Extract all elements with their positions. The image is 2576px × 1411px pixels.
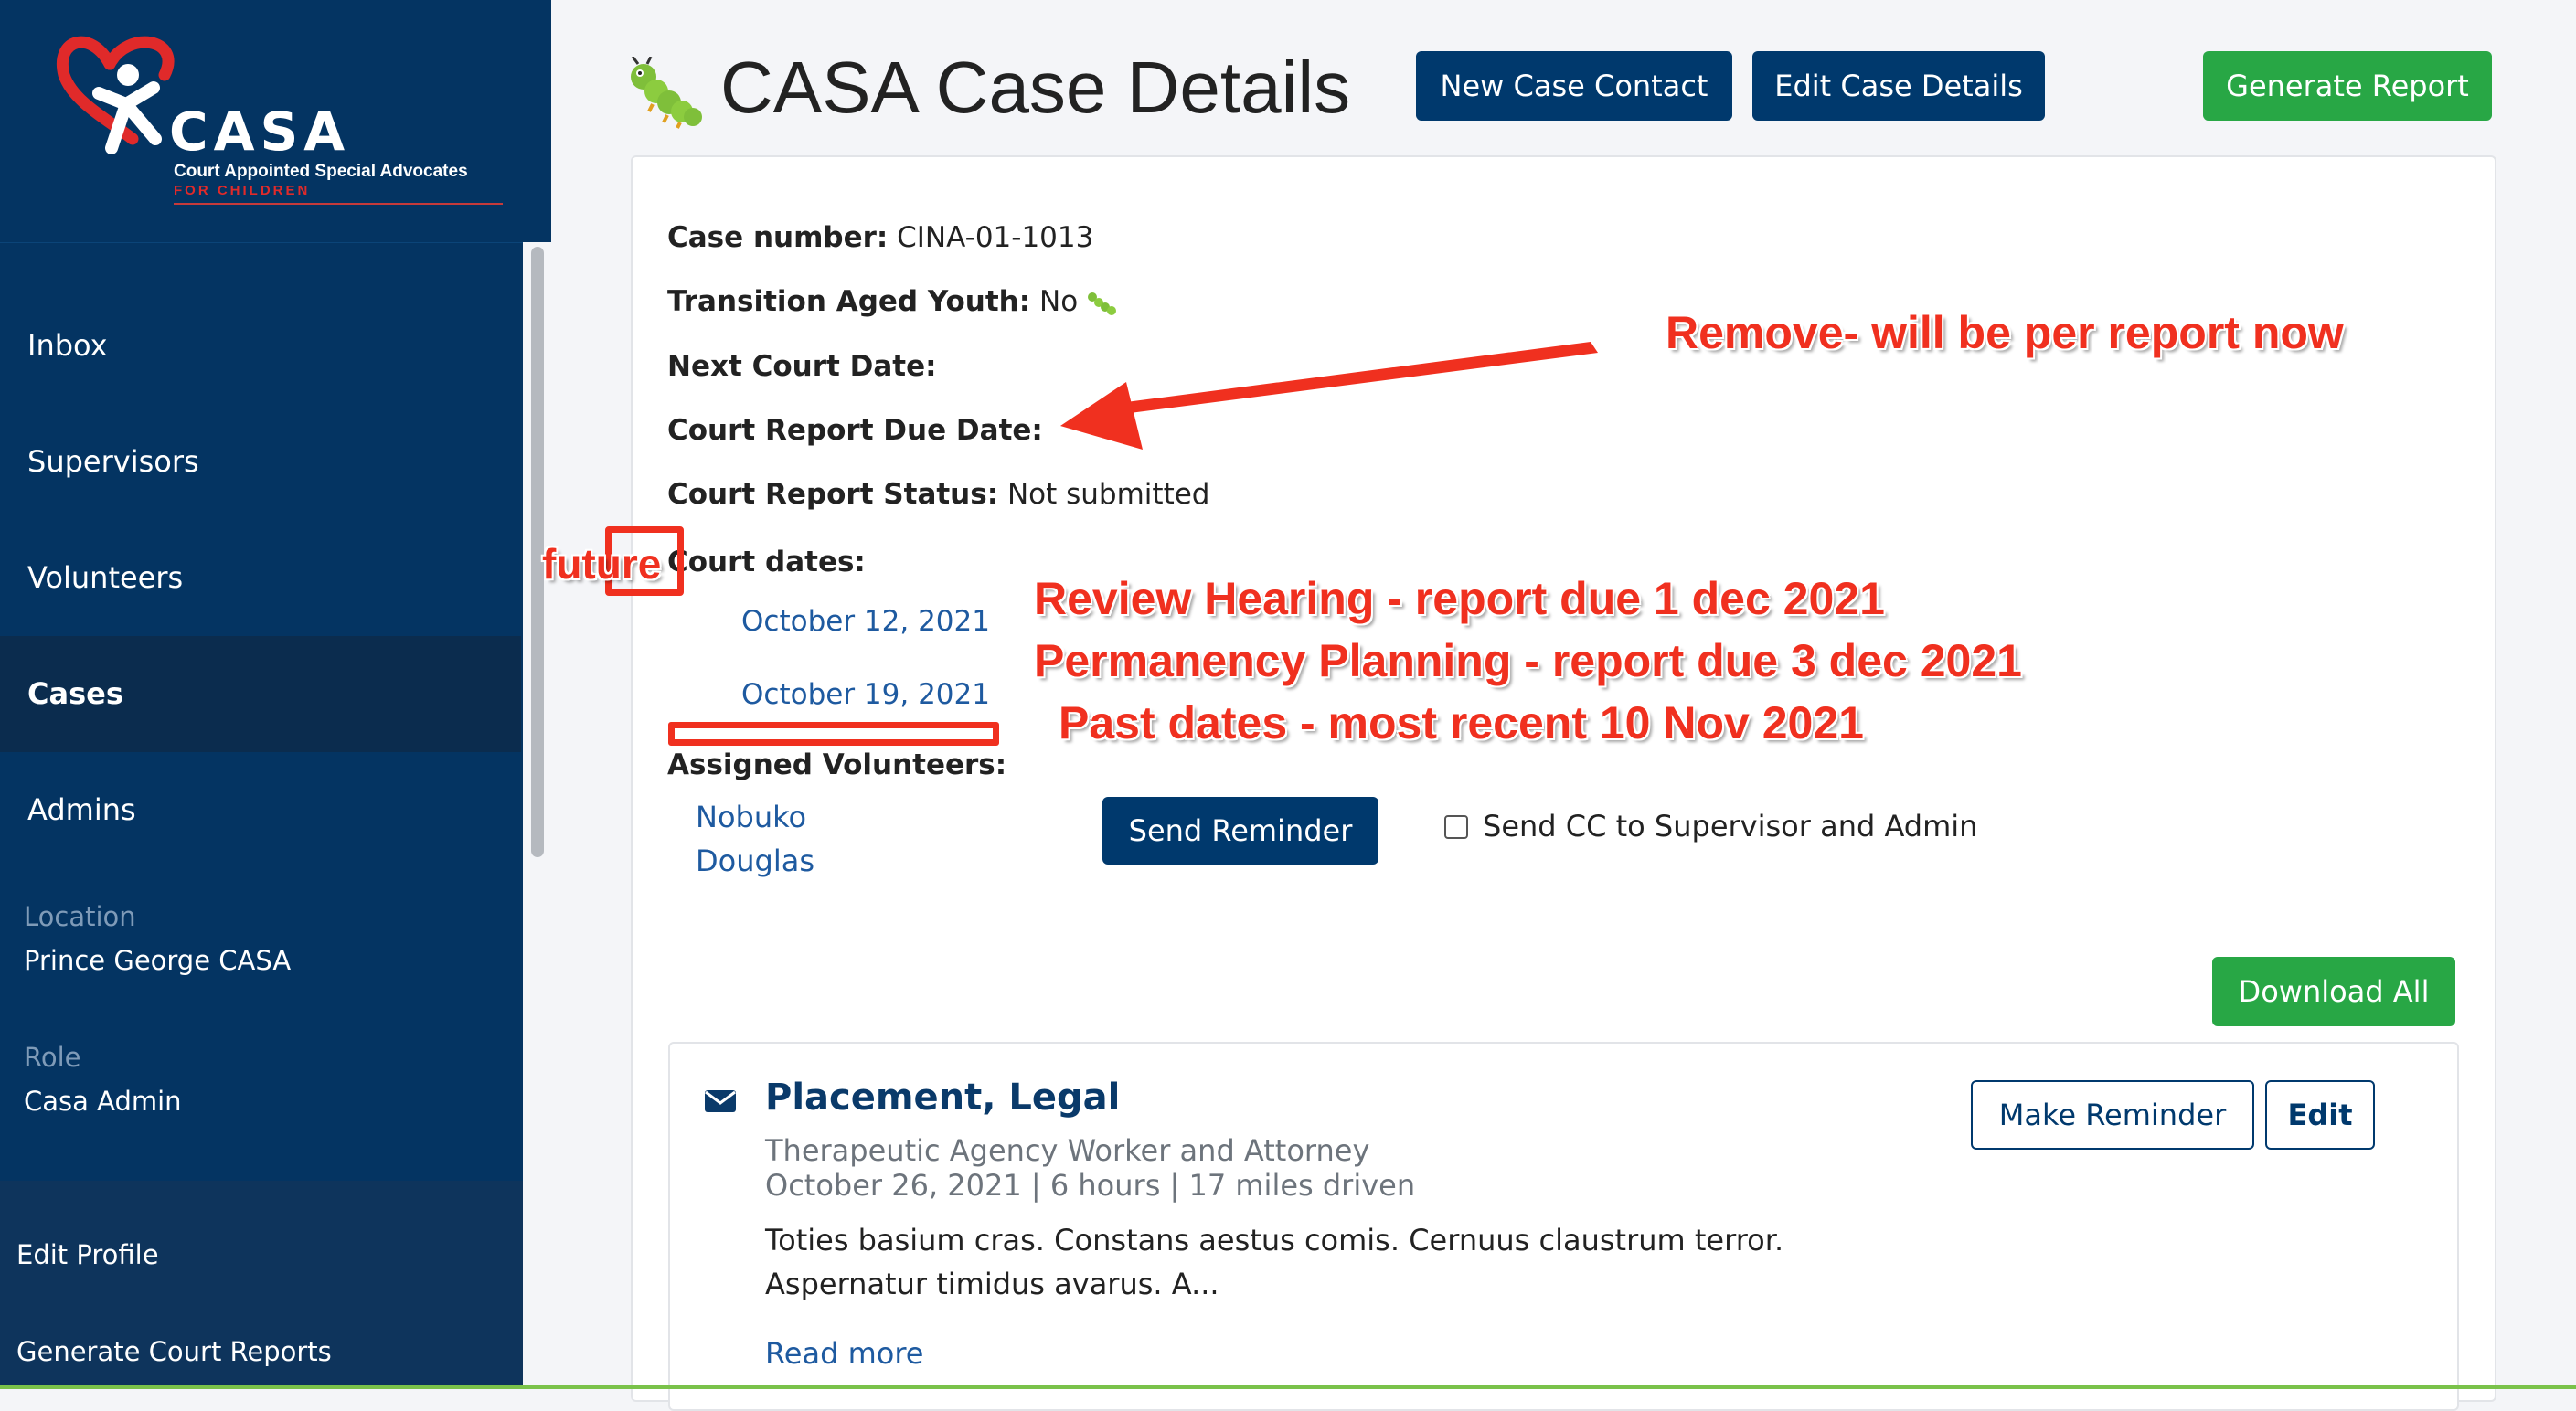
annotation-arrow (1060, 342, 1598, 450)
annotation-underline (668, 722, 999, 746)
bottom-accent-line (0, 1385, 2576, 1389)
annotation-permanency: Permanency Planning - report due 3 dec 2… (1034, 635, 2022, 686)
annotation-remove: Remove- will be per report now (1666, 307, 2344, 358)
annotation-future: future (542, 540, 662, 588)
annotation-review: Review Hearing - report due 1 dec 2021 (1034, 573, 1885, 624)
annotation-past: Past dates - most recent 10 Nov 2021 (1059, 697, 1864, 748)
